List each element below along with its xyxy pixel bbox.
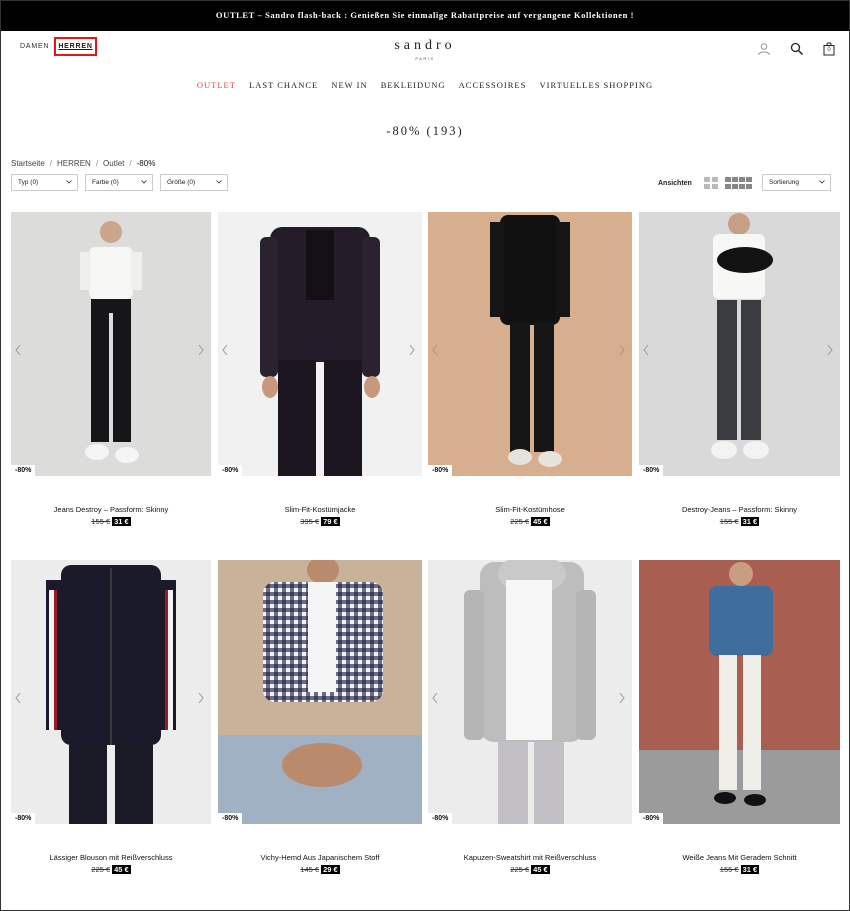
product-price: 155 €31 €	[639, 865, 840, 874]
chevron-right-icon[interactable]	[408, 344, 416, 356]
page-title: -80% (193)	[386, 124, 464, 138]
breadcrumb: Startseite / HERREN / Outlet / -80%	[11, 159, 156, 168]
bag-count: 0	[827, 47, 831, 53]
user-icon[interactable]	[757, 42, 771, 56]
brand-logo[interactable]: sandro PARIS	[370, 38, 480, 61]
nav-herren[interactable]: HERREN	[54, 37, 97, 56]
product-image[interactable]: -80%	[428, 212, 632, 476]
bag-icon[interactable]: 0	[823, 42, 837, 56]
discount-badge: -80%	[218, 465, 243, 476]
chevron-right-icon[interactable]	[618, 692, 626, 704]
chevron-right-icon[interactable]	[197, 692, 205, 704]
sale-price: 45 €	[531, 517, 550, 526]
old-price: 225 €	[91, 865, 111, 874]
product-image[interactable]: -80%	[639, 560, 840, 824]
chevron-right-icon[interactable]	[618, 344, 626, 356]
chevron-right-icon[interactable]	[197, 344, 205, 356]
discount-badge: -80%	[639, 813, 664, 824]
breadcrumb-herren[interactable]: HERREN	[57, 159, 91, 168]
old-price: 395 €	[300, 517, 320, 526]
filter-farbe[interactable]: Farbe (0)	[85, 174, 153, 191]
nav-virtuelles-shopping[interactable]: VIRTUELLES SHOPPING	[539, 80, 653, 90]
breadcrumb-startseite[interactable]: Startseite	[11, 159, 45, 168]
product-name[interactable]: Jeans Destroy – Passform: Skinny	[11, 505, 211, 514]
grid-4-view-icon[interactable]	[725, 177, 753, 189]
logo-name: sandro	[394, 38, 456, 53]
promo-banner[interactable]: OUTLET – Sandro flash-back : Genießen Si…	[0, 0, 850, 31]
product-name[interactable]: Slim-Fit-Kostümhose	[428, 505, 632, 514]
product-name[interactable]: Slim-Fit-Kostümjacke	[218, 505, 422, 514]
product-name[interactable]: Lässiger Blouson mit Reißverschluss	[11, 853, 211, 862]
sale-price: 45 €	[112, 865, 131, 874]
old-price: 155 €	[719, 865, 739, 874]
filter-typ[interactable]: Typ (0)	[11, 174, 78, 191]
product-price: 155 €31 €	[11, 517, 211, 526]
nav-outlet[interactable]: OUTLET	[197, 80, 236, 90]
nav-herren-label: HERREN	[58, 43, 93, 50]
discount-badge: -80%	[639, 465, 664, 476]
nav-damen[interactable]: DAMEN	[20, 43, 49, 50]
chevron-left-icon[interactable]	[642, 344, 650, 356]
product-price: 225 €45 €	[428, 865, 632, 874]
chevron-left-icon[interactable]	[14, 692, 22, 704]
chevron-left-icon[interactable]	[431, 344, 439, 356]
nav-accessoires[interactable]: ACCESSOIRES	[459, 80, 527, 90]
old-price: 145 €	[300, 865, 320, 874]
chevron-down-icon	[66, 180, 72, 184]
chevron-right-icon[interactable]	[826, 344, 834, 356]
product-name[interactable]: Vichy-Hemd Aus Japanischem Stoff	[218, 853, 422, 862]
old-price: 225 €	[510, 865, 530, 874]
sale-price: 45 €	[531, 865, 550, 874]
discount-badge: -80%	[218, 813, 243, 824]
discount-badge: -80%	[428, 465, 453, 476]
product-price: 225 €45 €	[11, 865, 211, 874]
product-price: 225 €45 €	[428, 517, 632, 526]
product-price: 145 €29 €	[218, 865, 422, 874]
chevron-down-icon	[216, 180, 222, 184]
product-image[interactable]: -80%	[11, 560, 211, 824]
breadcrumb-outlet[interactable]: Outlet	[103, 159, 124, 168]
nav-bekleidung[interactable]: BEKLEIDUNG	[381, 80, 446, 90]
sale-price: 31 €	[112, 517, 131, 526]
product-image[interactable]: -80%	[218, 212, 422, 476]
chevron-down-icon	[819, 180, 825, 184]
sale-price: 29 €	[321, 865, 340, 874]
search-icon[interactable]	[790, 42, 804, 56]
product-price: 155 €31 €	[639, 517, 840, 526]
sale-price: 31 €	[740, 517, 760, 526]
product-image[interactable]: -80%	[11, 212, 211, 476]
nav-last-chance[interactable]: LAST CHANCE	[249, 80, 318, 90]
product-name[interactable]: Kapuzen-Sweatshirt mit Reißverschluss	[428, 853, 632, 862]
sale-price: 31 €	[740, 865, 760, 874]
chevron-left-icon[interactable]	[431, 692, 439, 704]
main-nav: OUTLET LAST CHANCE NEW IN BEKLEIDUNG ACC…	[0, 80, 850, 90]
product-price: 395 €79 €	[218, 517, 422, 526]
views-label: Ansichten	[658, 180, 692, 187]
chevron-left-icon[interactable]	[221, 344, 229, 356]
product-name[interactable]: Destroy-Jeans – Passform: Skinny	[639, 505, 840, 514]
chevron-left-icon[interactable]	[14, 344, 22, 356]
filter-typ-label: Typ (0)	[18, 179, 39, 186]
old-price: 225 €	[510, 517, 530, 526]
sort-select[interactable]: Sortierung	[762, 174, 831, 191]
breadcrumb-current: -80%	[136, 159, 156, 168]
sort-label: Sortierung	[769, 179, 799, 186]
discount-badge: -80%	[428, 813, 453, 824]
chevron-down-icon	[141, 180, 147, 184]
grid-2-view-icon[interactable]	[704, 177, 718, 189]
filter-groesse-label: Größe (0)	[167, 179, 196, 186]
old-price: 155 €	[91, 517, 111, 526]
product-name[interactable]: Weiße Jeans Mit Geradem Schnitt	[639, 853, 840, 862]
filter-farbe-label: Farbe (0)	[92, 179, 119, 186]
discount-badge: -80%	[11, 465, 36, 476]
logo-sub: PARIS	[415, 56, 435, 61]
nav-new-in[interactable]: NEW IN	[331, 80, 367, 90]
filter-groesse[interactable]: Größe (0)	[160, 174, 228, 191]
discount-badge: -80%	[11, 813, 36, 824]
product-image[interactable]: -80%	[639, 212, 840, 476]
product-image[interactable]: -80%	[428, 560, 632, 824]
product-image[interactable]: -80%	[218, 560, 422, 824]
sale-price: 79 €	[321, 517, 340, 526]
old-price: 155 €	[719, 517, 739, 526]
